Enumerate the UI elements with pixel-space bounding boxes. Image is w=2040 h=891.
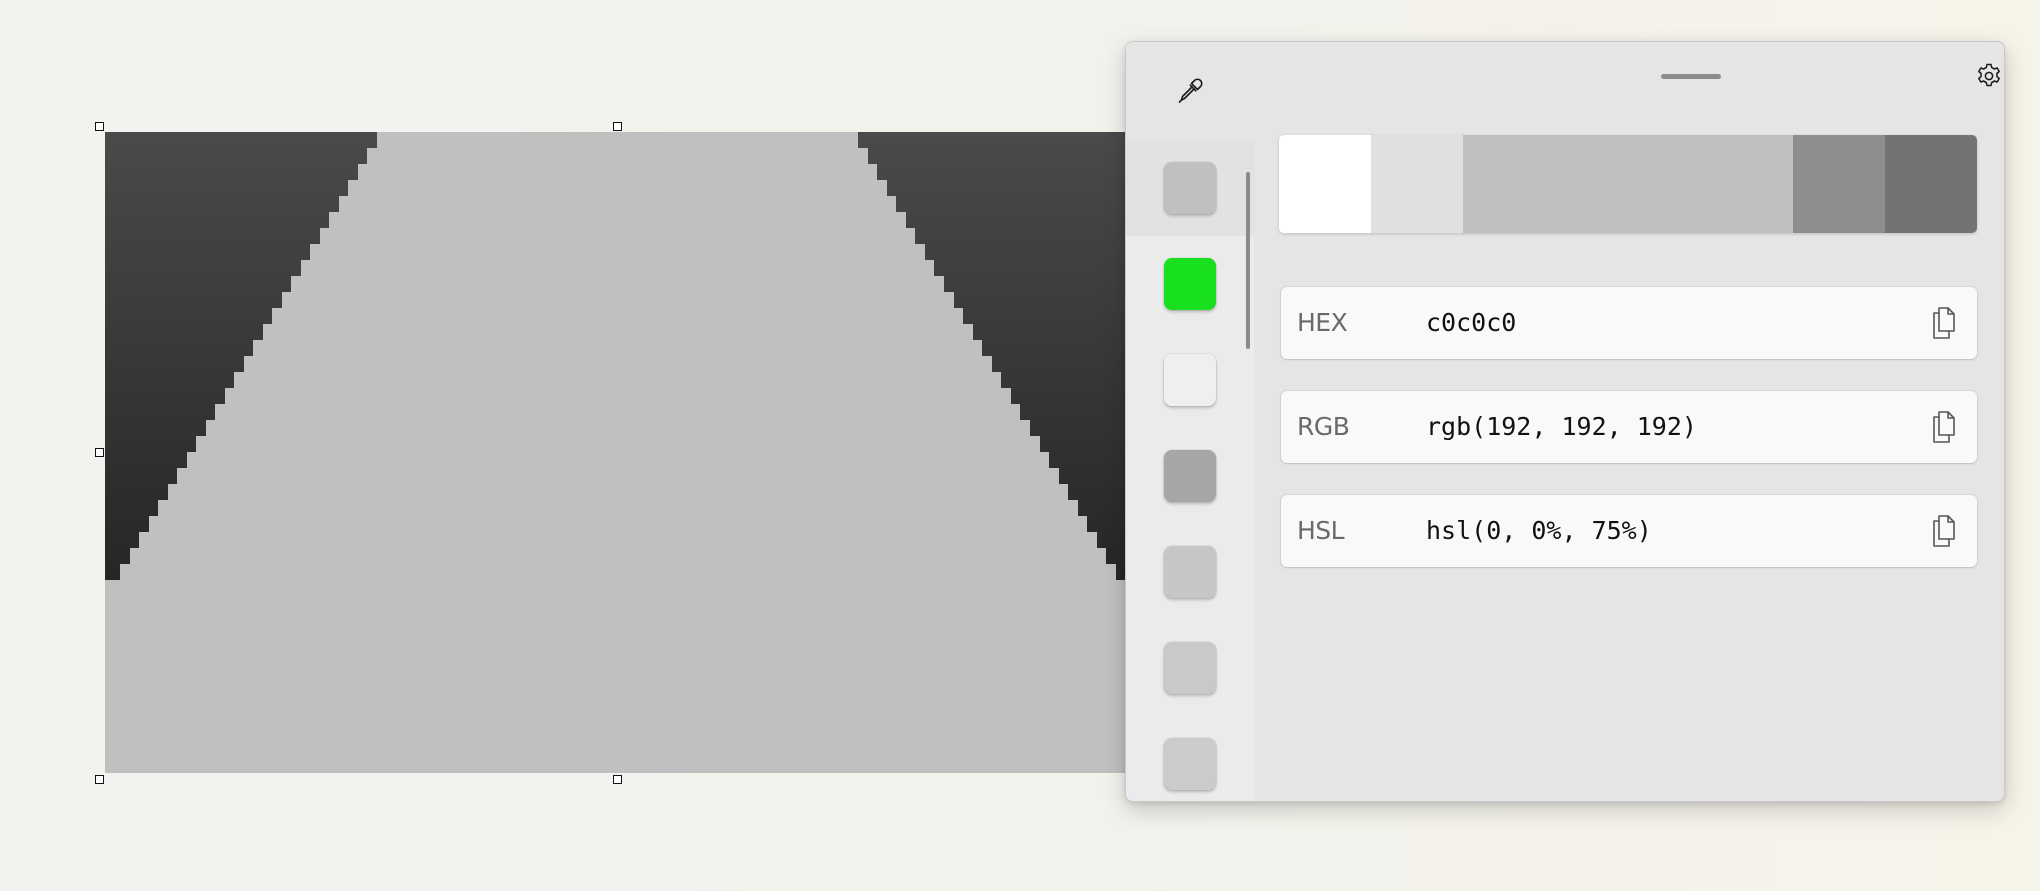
gear-icon <box>1978 63 2000 87</box>
copy-hex-button[interactable] <box>1927 305 1961 341</box>
hsl-value[interactable]: hsl(0, 0%, 75%) <box>1426 495 1652 567</box>
resize-handle-middle-left[interactable] <box>95 448 104 457</box>
color-swatch <box>1164 546 1216 598</box>
rgb-format-row[interactable]: RGB rgb(192, 192, 192) <box>1281 391 1977 463</box>
history-scrollbar[interactable] <box>1246 172 1250 349</box>
history-color-item[interactable] <box>1126 428 1254 524</box>
dark-region-right <box>858 132 1125 580</box>
hex-label: HEX <box>1297 308 1348 337</box>
settings-button[interactable] <box>1965 52 2004 100</box>
copy-hsl-button[interactable] <box>1927 513 1961 549</box>
resize-handle-bottom-center[interactable] <box>613 775 622 784</box>
history-color-item[interactable] <box>1126 716 1254 801</box>
title-bar[interactable] <box>1254 42 2004 108</box>
color-swatch <box>1164 450 1216 502</box>
color-shades-bar <box>1279 135 1977 233</box>
history-color-item[interactable] <box>1126 620 1254 716</box>
drag-handle[interactable] <box>1661 74 1721 79</box>
color-swatch <box>1164 738 1216 790</box>
shade-swatch[interactable] <box>1885 135 1977 233</box>
rgb-value[interactable]: rgb(192, 192, 192) <box>1426 391 1697 463</box>
color-swatch <box>1164 162 1216 214</box>
color-picker-window: HEX c0c0c0 RGB rgb(192, 192, 192) HSL hs… <box>1125 41 2005 802</box>
color-history-rail <box>1126 42 1254 801</box>
dark-region-left <box>105 132 377 580</box>
history-color-item[interactable] <box>1126 140 1254 236</box>
copy-icon <box>1933 411 1955 443</box>
canvas-image-art <box>105 132 1125 580</box>
shade-swatch[interactable] <box>1462 135 1794 233</box>
copy-icon <box>1933 515 1955 547</box>
color-swatch <box>1164 642 1216 694</box>
copy-rgb-button[interactable] <box>1927 409 1961 445</box>
history-color-item[interactable] <box>1126 236 1254 332</box>
color-swatch <box>1164 354 1216 406</box>
shade-swatch[interactable] <box>1370 135 1463 233</box>
hex-value[interactable]: c0c0c0 <box>1426 287 1516 359</box>
canvas-image <box>105 132 1125 773</box>
eyedropper-button[interactable] <box>1166 67 1214 115</box>
hsl-format-row[interactable]: HSL hsl(0, 0%, 75%) <box>1281 495 1977 567</box>
rgb-label: RGB <box>1297 412 1350 441</box>
resize-handle-top-left[interactable] <box>95 122 104 131</box>
resize-handle-top-center[interactable] <box>613 122 622 131</box>
copy-icon <box>1933 307 1955 339</box>
hsl-label: HSL <box>1297 516 1345 545</box>
color-history-list <box>1126 140 1254 801</box>
resize-handle-bottom-left[interactable] <box>95 775 104 784</box>
eyedropper-area <box>1126 42 1254 140</box>
shade-swatch[interactable] <box>1279 135 1371 233</box>
eyedropper-icon <box>1178 78 1203 103</box>
hex-format-row[interactable]: HEX c0c0c0 <box>1281 287 1977 359</box>
color-swatch <box>1164 258 1216 310</box>
history-color-item[interactable] <box>1126 524 1254 620</box>
history-color-item[interactable] <box>1126 332 1254 428</box>
shade-swatch[interactable] <box>1793 135 1886 233</box>
